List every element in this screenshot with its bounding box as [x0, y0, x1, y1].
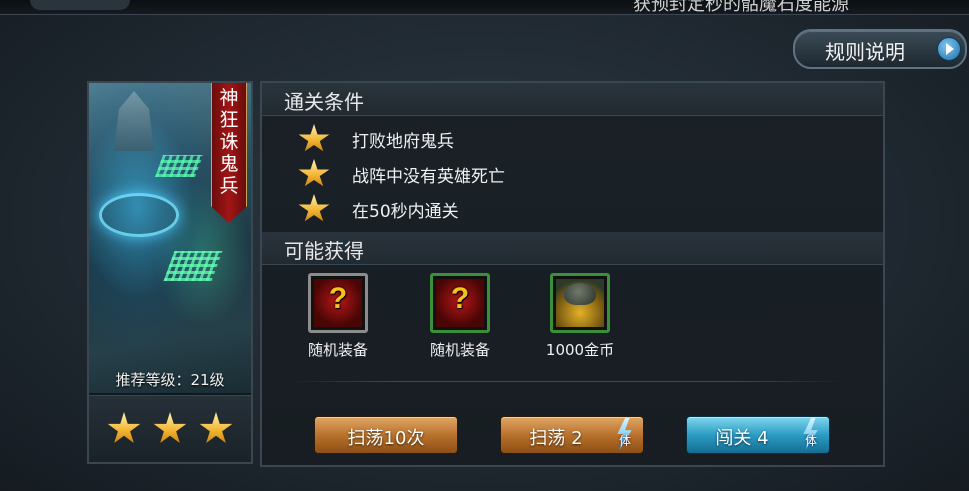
- rules-button[interactable]: 规则说明: [793, 29, 967, 69]
- clear-conditions-header: 通关条件: [262, 83, 883, 116]
- star-icon: [298, 159, 330, 187]
- stamina-text: 体: [805, 434, 818, 448]
- star-icon: [199, 412, 233, 443]
- condition-text: 在50秒内通关: [352, 202, 459, 222]
- stamina-icon: 体: [795, 418, 825, 452]
- star-icon: [153, 412, 187, 443]
- reward-label: 1000金币: [545, 341, 615, 359]
- stage-name-banner: 神狂诛鬼兵: [211, 83, 247, 223]
- condition-item: 打败地府鬼兵: [298, 124, 858, 154]
- arrow-right-icon: [937, 37, 961, 61]
- challenge-label: 闯关 4: [715, 428, 769, 449]
- reward-label: 随机装备: [307, 341, 368, 359]
- top-strip: 获预封定秒的骷魔石度能源: [0, 0, 969, 15]
- stage-info-panel: 通关条件 打败地府鬼兵 战阵中没有英雄死亡 在50秒内通关 可能获得 ? 随机装…: [260, 81, 885, 467]
- stage-stars: [89, 395, 251, 462]
- reward-item[interactable]: ? 随机装备: [418, 273, 508, 363]
- divider: [286, 381, 846, 382]
- sweep-label: 扫荡 2: [529, 428, 583, 449]
- rewards-title: 可能获得: [284, 239, 364, 263]
- star-icon: [107, 412, 141, 443]
- clear-conditions-title: 通关条件: [284, 90, 364, 114]
- sweep-10-button[interactable]: 扫荡10次: [314, 416, 458, 454]
- reward-item[interactable]: 1000金币: [538, 273, 628, 363]
- condition-item: 在50秒内通关: [298, 194, 858, 224]
- rewards-header: 可能获得: [262, 232, 883, 265]
- glowing-grid: [163, 251, 223, 281]
- reward-item[interactable]: ? 随机装备: [296, 273, 386, 363]
- condition-text: 打败地府鬼兵: [352, 132, 454, 152]
- reward-label: 随机装备: [429, 341, 490, 359]
- top-tab: [30, 0, 130, 10]
- stamina-text: 体: [619, 434, 632, 448]
- sweep-10-label: 扫荡10次: [347, 428, 425, 449]
- star-icon: [298, 124, 330, 152]
- sweep-button[interactable]: 扫荡 2 体: [500, 416, 644, 454]
- gold-coins-icon: [550, 273, 610, 333]
- top-cut-text: 获预封定秒的骷魔石度能源: [633, 0, 849, 15]
- glowing-portal: [99, 193, 179, 237]
- rules-button-label: 规则说明: [825, 40, 905, 64]
- random-equipment-icon: ?: [308, 273, 368, 333]
- stage-card: 神狂诛鬼兵 推荐等级：21级: [87, 81, 253, 464]
- star-icon: [298, 194, 330, 222]
- stage-name: 神狂诛鬼兵: [219, 87, 239, 197]
- recommended-level: 推荐等级：21级: [115, 371, 225, 389]
- condition-text: 战阵中没有英雄死亡: [352, 167, 505, 187]
- glowing-grid: [154, 155, 204, 177]
- random-equipment-icon: ?: [430, 273, 490, 333]
- tower-shape: [114, 91, 154, 151]
- stamina-icon: 体: [609, 418, 639, 452]
- condition-item: 战阵中没有英雄死亡: [298, 159, 858, 189]
- challenge-button[interactable]: 闯关 4 体: [686, 416, 830, 454]
